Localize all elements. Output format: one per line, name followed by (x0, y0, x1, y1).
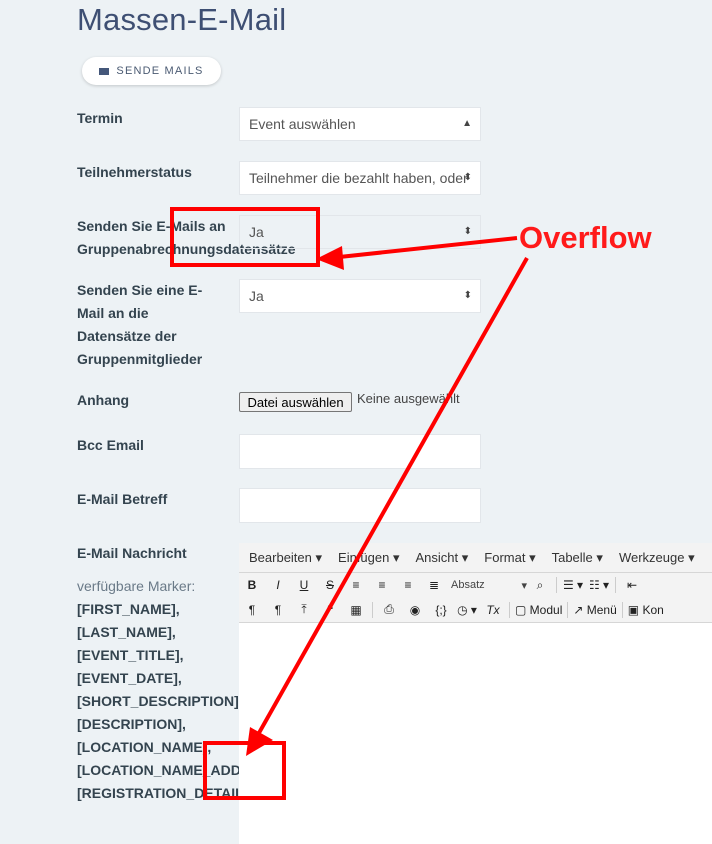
annotation-arrows (246, 236, 529, 756)
overflow-annotation-label: Overflow (519, 220, 652, 255)
